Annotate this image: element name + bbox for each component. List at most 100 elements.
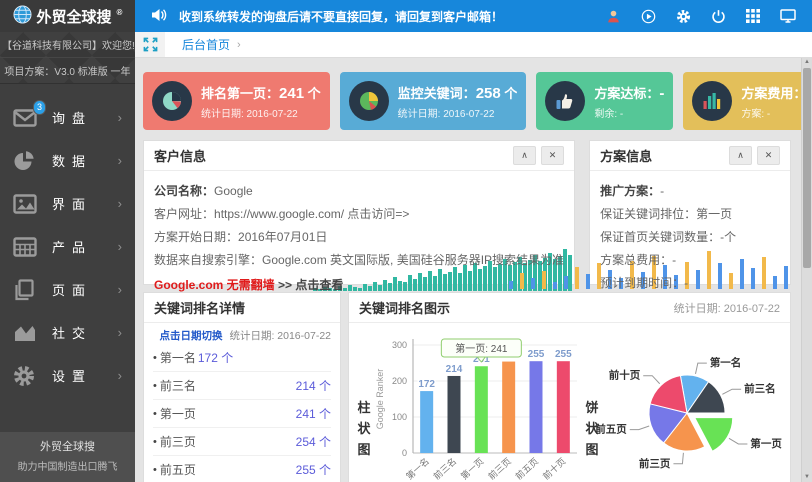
chart-panel-body: 柱状图 0100200300Google Ranker172第一名214前三名2… bbox=[349, 323, 790, 482]
apps-grid-icon[interactable] bbox=[745, 8, 761, 24]
svg-text:前三名: 前三名 bbox=[744, 382, 776, 395]
svg-text:前十页: 前十页 bbox=[540, 455, 567, 481]
power-icon[interactable] bbox=[710, 8, 726, 24]
announcement-bar: 收到系统转发的询盘后请不要直接回复，请回复到客户邮箱！ bbox=[151, 8, 503, 25]
info-value: 2016年07月01日 bbox=[238, 230, 327, 244]
stat-card-subtitle: 统计日期: 2016-07-22 bbox=[201, 105, 321, 120]
stat-card-subtitle: 方案: - bbox=[741, 105, 801, 120]
gear-icon bbox=[13, 365, 39, 387]
svg-text:第一页: 第一页 bbox=[750, 437, 782, 450]
collapse-icon[interactable]: ∧ bbox=[729, 146, 752, 165]
sidebar-item-social[interactable]: 社交› bbox=[0, 311, 135, 354]
ranking-row: •第一页241 个 bbox=[153, 400, 331, 428]
brand-logo[interactable]: 外贸全球搜 ® bbox=[0, 0, 135, 32]
ranking-row: •第一名172 个 bbox=[153, 344, 331, 372]
scroll-down-arrow[interactable]: ▼ bbox=[802, 473, 812, 482]
stat-card-plan-cost[interactable]: 方案费用：- 元方案: - bbox=[683, 72, 801, 130]
welcome-plan: 项目方案：V3.0 标准版 一年 bbox=[0, 57, 135, 83]
scrollbar-thumb[interactable] bbox=[803, 68, 811, 268]
stat-card-rank-first-page[interactable]: 排名第一页：241 个统计日期: 2016-07-22 bbox=[143, 72, 330, 130]
stat-card-plan-achieved[interactable]: 方案达标：- 剩余: - bbox=[536, 72, 673, 130]
info-value[interactable]: https://www.google.com/ 点击访问=> bbox=[214, 207, 409, 221]
plan-panel-header: 方案信息 ∧ ✕ bbox=[590, 141, 790, 171]
sidebar-item-settings[interactable]: 设置› bbox=[0, 354, 135, 397]
plan-panel-title: 方案信息 bbox=[600, 146, 652, 165]
sidebar-menu: 3询盘›数据›界面›产品›页面›社交›设置› bbox=[0, 84, 135, 397]
no-vpn-link[interactable]: Google.com 无需翻墙 >> 点击查看 bbox=[154, 276, 564, 293]
chevron-right-icon: › bbox=[118, 196, 122, 211]
ranking-row: •前三名214 个 bbox=[153, 372, 331, 400]
sidebar: 【谷道科技有限公司】欢迎您! 项目方案：V3.0 标准版 一年 3询盘›数据›界… bbox=[0, 32, 135, 482]
info-row: 推广方案：- bbox=[600, 182, 780, 199]
info-row: 数据来自搜索引擎：Google.com 英文国际版, 美国硅谷服务器IP搜索结果… bbox=[154, 251, 564, 268]
sidebar-item-page[interactable]: 页面› bbox=[0, 268, 135, 311]
chevron-right-icon: › bbox=[118, 153, 122, 168]
info-row: 方案开始日期：2016年07月01日 bbox=[154, 228, 564, 245]
keyword-bar-chart: 0100200300Google Ranker172第一名214前三名241第一… bbox=[371, 329, 583, 482]
sidebar-item-inquiry[interactable]: 3询盘› bbox=[0, 96, 135, 139]
svg-text:172: 172 bbox=[418, 379, 435, 390]
stat-card-text: 排名第一页：241 个统计日期: 2016-07-22 bbox=[201, 83, 321, 120]
user-avatar[interactable] bbox=[605, 8, 621, 24]
info-label: 客户网址： bbox=[154, 207, 214, 221]
ranking-label: 前五页 bbox=[160, 461, 196, 478]
close-icon[interactable]: ✕ bbox=[541, 146, 564, 165]
close-icon[interactable]: ✕ bbox=[757, 146, 780, 165]
info-label: 公司名称： bbox=[154, 184, 214, 198]
gear-icon[interactable] bbox=[675, 8, 691, 24]
info-label: 方案开始日期： bbox=[154, 230, 238, 244]
info-value: Google bbox=[214, 184, 253, 198]
svg-text:255: 255 bbox=[528, 349, 545, 360]
bullet-icon: • bbox=[153, 408, 157, 420]
info-row: 客户网址：https://www.google.com/ 点击访问=> bbox=[154, 205, 564, 222]
ranking-count: 254 个 bbox=[296, 433, 331, 450]
play-circle-icon[interactable] bbox=[640, 8, 656, 24]
sidebar-item-label: 产品 bbox=[52, 237, 92, 256]
bullet-icon: • bbox=[153, 436, 157, 448]
chevron-right-icon: › bbox=[118, 325, 122, 340]
svg-text:第一页: 第一页 bbox=[458, 455, 485, 481]
stat-card-title: 方案达标：- bbox=[594, 83, 664, 102]
ranking-row: •前五页255 个 bbox=[153, 456, 331, 482]
detail-date-label: 统计日期: 2016-07-22 bbox=[229, 330, 331, 342]
footer-brand: 外贸全球搜 bbox=[0, 438, 135, 458]
stat-card-monitored-keywords[interactable]: 监控关键词：258 个统计日期: 2016-07-22 bbox=[340, 72, 527, 130]
stat-card-title: 排名第一页：241 个 bbox=[201, 83, 321, 102]
stat-card-subtitle: 剩余: - bbox=[594, 105, 664, 120]
svg-text:前三页: 前三页 bbox=[639, 457, 671, 470]
sidebar-item-interface[interactable]: 界面› bbox=[0, 182, 135, 225]
thumbs-up-icon bbox=[545, 81, 585, 121]
date-toggle-link[interactable]: 点击日期切换 bbox=[160, 330, 223, 342]
svg-text:300: 300 bbox=[392, 340, 407, 350]
info-row: 保证首页关键词数量：-个 bbox=[600, 228, 780, 245]
notification-badge: 3 bbox=[33, 100, 46, 115]
breadcrumb-home[interactable]: 后台首页 bbox=[182, 36, 230, 53]
svg-text:Google Ranker: Google Ranker bbox=[375, 369, 385, 430]
info-row: 保证关键词排位：第一页 bbox=[600, 205, 780, 222]
sidebar-item-label: 询盘 bbox=[52, 108, 92, 127]
svg-text:214: 214 bbox=[446, 364, 463, 375]
info-label: 保证首页关键词数量： bbox=[600, 230, 720, 244]
chevron-right-icon: › bbox=[118, 282, 122, 297]
speaker-icon bbox=[151, 8, 167, 25]
bar-chart-vertical-label: 柱状图 bbox=[357, 397, 371, 460]
detail-panel-header: 关键词排名详情 bbox=[144, 293, 340, 323]
bullet-icon: • bbox=[153, 380, 157, 392]
chart-panel-title: 关键词排名图示 bbox=[359, 298, 450, 317]
svg-text:前五页: 前五页 bbox=[513, 455, 540, 481]
info-row: 方案总费用：- bbox=[600, 251, 780, 268]
scroll-up-arrow[interactable]: ▲ bbox=[802, 58, 812, 67]
info-value: -个 bbox=[720, 230, 736, 244]
monitor-icon[interactable] bbox=[780, 8, 796, 24]
bullet-icon: • bbox=[153, 352, 157, 364]
svg-text:前五页: 前五页 bbox=[595, 423, 627, 436]
info-row: 公司名称：Google bbox=[154, 182, 564, 199]
sidebar-item-data[interactable]: 数据› bbox=[0, 139, 135, 182]
mail-icon: 3 bbox=[13, 107, 39, 129]
sidebar-item-product[interactable]: 产品› bbox=[0, 225, 135, 268]
info-label: 数据来自搜索引擎： bbox=[154, 253, 262, 267]
expand-icon[interactable] bbox=[135, 32, 165, 57]
topbar-actions bbox=[605, 8, 812, 24]
welcome-company: 【谷道科技有限公司】欢迎您! bbox=[0, 32, 135, 57]
collapse-icon[interactable]: ∧ bbox=[513, 146, 536, 165]
